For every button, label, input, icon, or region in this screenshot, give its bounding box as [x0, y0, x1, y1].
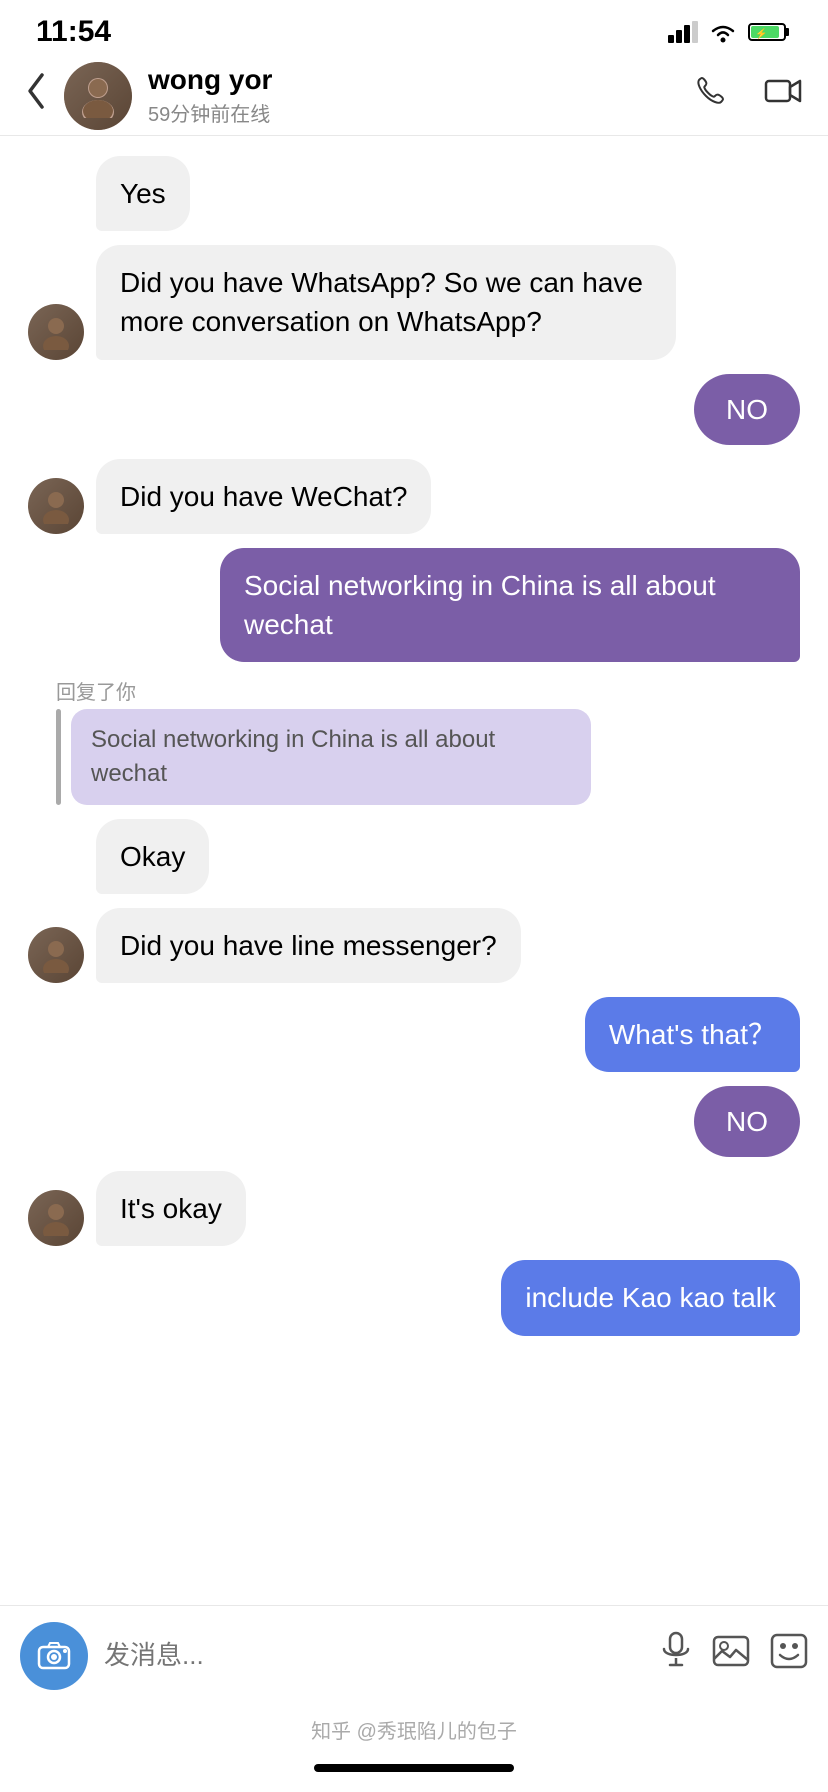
message-row: Did you have line messenger?: [28, 908, 800, 983]
nav-bar: wong yor 59分钟前在线: [0, 56, 828, 136]
avatar-silhouette: [76, 74, 120, 118]
reply-label: 回复了你: [56, 676, 800, 705]
contact-status: 59分钟前在线: [148, 98, 692, 127]
message-bubble: NO: [694, 1086, 800, 1157]
call-button[interactable]: [692, 73, 728, 118]
input-actions: [660, 1631, 808, 1680]
home-indicator: [0, 1754, 828, 1792]
message-bubble: Okay: [96, 819, 209, 894]
message-row: NO: [28, 374, 800, 445]
reply-bar: [56, 709, 61, 804]
message-bubble: Did you have WhatsApp? So we can have mo…: [96, 245, 676, 359]
message-row: It's okay: [28, 1171, 800, 1246]
sticker-button[interactable]: [770, 1633, 808, 1678]
nav-actions: [692, 73, 804, 118]
sender-avatar: [28, 1190, 84, 1246]
camera-button[interactable]: [20, 1622, 88, 1690]
signal-icon: [668, 21, 698, 43]
contact-info: wong yor 59分钟前在线: [148, 64, 692, 127]
watermark: 知乎 @秀珉陷儿的包子: [0, 1705, 828, 1754]
sender-avatar: [28, 927, 84, 983]
status-icons: ⚡: [668, 21, 792, 43]
wifi-icon: [708, 21, 738, 43]
video-button[interactable]: [764, 73, 804, 118]
input-bar: [0, 1605, 828, 1705]
sender-avatar: [28, 478, 84, 534]
message-bubble: Yes: [96, 156, 190, 231]
message-bubble: What's that？: [585, 997, 800, 1072]
svg-text:⚡: ⚡: [755, 27, 767, 40]
message-row: What's that？: [28, 997, 800, 1072]
message-row: include Kao kao talk: [28, 1260, 800, 1335]
message-bubble: Did you have line messenger?: [96, 908, 521, 983]
avatar: [64, 62, 132, 130]
message-row: NO: [28, 1086, 800, 1157]
home-bar: [314, 1764, 514, 1772]
message-row: Did you have WeChat?: [28, 459, 800, 534]
message-row: Okay: [28, 819, 800, 894]
message-input[interactable]: [104, 1626, 644, 1686]
image-button[interactable]: [712, 1633, 750, 1678]
reply-quoted: Social networking in China is all about …: [71, 709, 591, 804]
reply-context: 回复了你 Social networking in China is all a…: [42, 676, 800, 804]
sender-avatar: [28, 304, 84, 360]
message-bubble: NO: [694, 374, 800, 445]
mic-button[interactable]: [660, 1631, 692, 1680]
message-bubble: include Kao kao talk: [501, 1260, 800, 1335]
chat-area: Yes Did you have WhatsApp? So we can hav…: [0, 136, 828, 1605]
message-bubble: It's okay: [96, 1171, 246, 1246]
back-button[interactable]: [24, 71, 48, 120]
contact-name: wong yor: [148, 64, 692, 96]
message-bubble: Social networking in China is all about …: [220, 548, 800, 662]
status-time: 11:54: [36, 15, 111, 49]
reply-block: Social networking in China is all about …: [56, 709, 800, 804]
message-bubble: Did you have WeChat?: [96, 459, 431, 534]
message-row: Did you have WhatsApp? So we can have mo…: [28, 245, 800, 359]
battery-icon: ⚡: [748, 21, 792, 43]
message-row: Social networking in China is all about …: [28, 548, 800, 662]
message-row: Yes: [28, 156, 800, 231]
status-bar: 11:54 ⚡: [0, 0, 828, 56]
